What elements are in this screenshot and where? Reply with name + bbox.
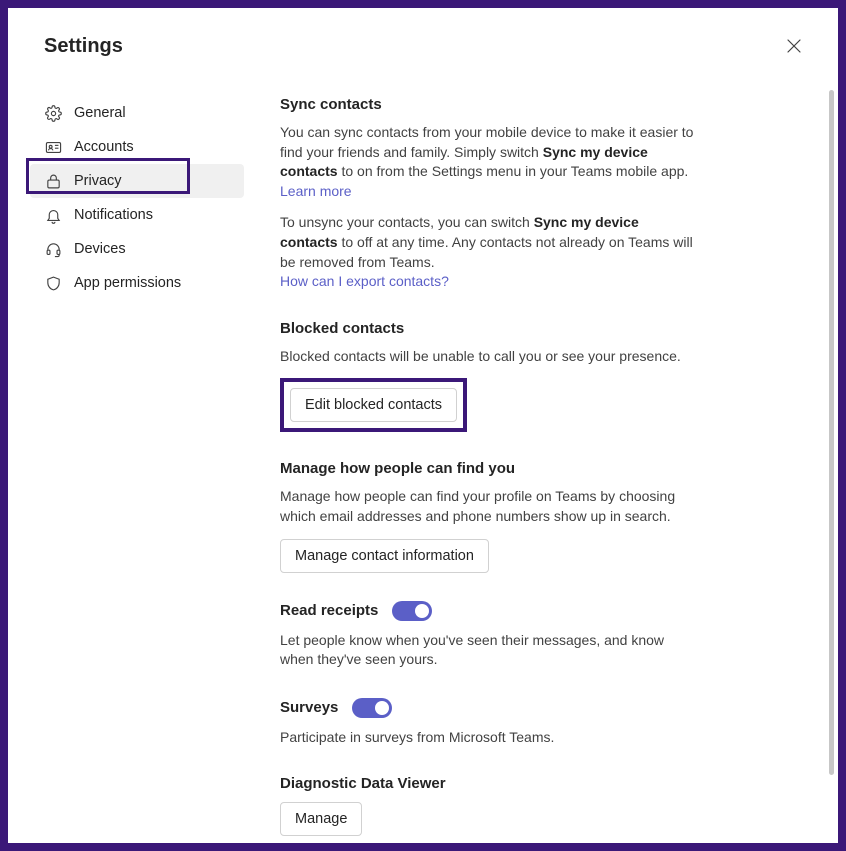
section-heading: Blocked contacts	[280, 320, 698, 337]
section-text: Let people know when you've seen their m…	[280, 631, 698, 670]
learn-more-link[interactable]: Learn more	[280, 183, 352, 199]
section-heading: Surveys	[280, 698, 698, 718]
section-sync-contacts: Sync contacts You can sync contacts from…	[280, 96, 698, 292]
export-contacts-link[interactable]: How can I export contacts?	[280, 273, 449, 289]
shield-icon	[44, 274, 62, 292]
content-area: Sync contacts You can sync contacts from…	[244, 90, 838, 843]
scrollbar-thumb[interactable]	[829, 90, 834, 775]
sidebar-item-accounts[interactable]: Accounts	[30, 130, 244, 164]
close-button[interactable]	[778, 30, 810, 62]
headset-icon	[44, 240, 62, 258]
lock-icon	[44, 172, 62, 190]
section-text: Blocked contacts will be unable to call …	[280, 347, 698, 367]
edit-blocked-contacts-button[interactable]: Edit blocked contacts	[290, 388, 457, 422]
section-text: You can sync contacts from your mobile d…	[280, 123, 698, 201]
section-blocked-contacts: Blocked contacts Blocked contacts will b…	[280, 320, 698, 433]
manage-diagnostic-button[interactable]: Manage	[280, 802, 362, 836]
scrollbar[interactable]	[829, 90, 834, 835]
sidebar-item-notifications[interactable]: Notifications	[30, 198, 244, 232]
section-manage-find-you: Manage how people can find you Manage ho…	[280, 460, 698, 572]
surveys-toggle[interactable]	[352, 698, 392, 718]
section-diagnostic-data-viewer: Diagnostic Data Viewer Manage	[280, 775, 698, 836]
sidebar-item-label: App permissions	[74, 275, 181, 291]
settings-header: Settings	[8, 8, 838, 72]
settings-window: Settings General Accounts	[8, 8, 838, 843]
sidebar-item-label: Privacy	[74, 173, 122, 189]
close-icon	[787, 39, 801, 53]
read-receipts-toggle[interactable]	[392, 601, 432, 621]
section-text: Participate in surveys from Microsoft Te…	[280, 728, 698, 748]
sidebar-item-label: Accounts	[74, 139, 134, 155]
section-text: To unsync your contacts, you can switch …	[280, 213, 698, 291]
section-text: Manage how people can find your profile …	[280, 487, 698, 526]
tutorial-highlight-button: Edit blocked contacts	[280, 378, 467, 432]
sidebar-item-general[interactable]: General	[30, 96, 244, 130]
sidebar-item-app-permissions[interactable]: App permissions	[30, 266, 244, 300]
manage-contact-information-button[interactable]: Manage contact information	[280, 539, 489, 573]
section-heading: Read receipts	[280, 601, 698, 621]
sidebar-item-devices[interactable]: Devices	[30, 232, 244, 266]
section-read-receipts: Read receipts Let people know when you'v…	[280, 601, 698, 670]
section-surveys: Surveys Participate in surveys from Micr…	[280, 698, 698, 748]
sidebar-item-label: General	[74, 105, 126, 121]
section-heading: Manage how people can find you	[280, 460, 698, 477]
sidebar-item-label: Notifications	[74, 207, 153, 223]
bell-icon	[44, 206, 62, 224]
sidebar: General Accounts Privacy	[8, 90, 244, 843]
sidebar-item-label: Devices	[74, 241, 126, 257]
sidebar-item-privacy[interactable]: Privacy	[30, 164, 244, 198]
gear-icon	[44, 104, 62, 122]
page-title: Settings	[44, 35, 123, 58]
settings-body: General Accounts Privacy	[8, 72, 838, 843]
id-card-icon	[44, 138, 62, 156]
section-heading: Sync contacts	[280, 96, 698, 113]
section-heading: Diagnostic Data Viewer	[280, 775, 698, 792]
